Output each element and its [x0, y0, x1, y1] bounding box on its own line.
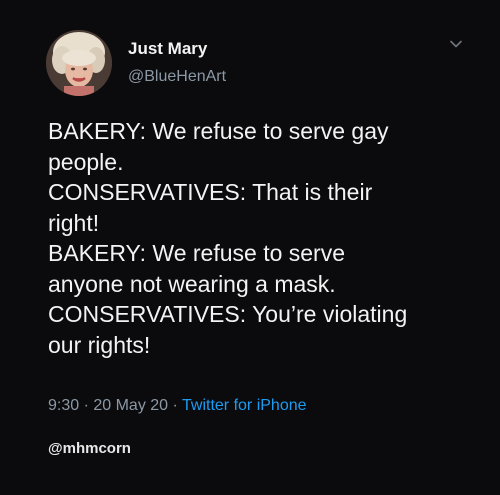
tweet-metadata: 9:30 · 20 May 20 · Twitter for iPhone	[48, 397, 307, 415]
author-handle[interactable]: @BlueHenArt	[128, 68, 226, 86]
tweet-text-line: BAKERY: We refuse to serve	[48, 240, 346, 266]
tweet-source-link[interactable]: Twitter for iPhone	[182, 397, 307, 414]
meta-separator: ·	[168, 397, 183, 414]
avatar[interactable]	[46, 30, 112, 96]
tweet-text-line: our rights!	[48, 331, 151, 358]
tweet-text-line: people.	[48, 148, 124, 175]
tweet-text: BAKERY: We refuse to serve gay people. C…	[48, 116, 488, 360]
tweet-text-line: right!	[48, 209, 100, 236]
author-display-name[interactable]: Just Mary	[128, 39, 207, 59]
watermark: @mhmcorn	[48, 440, 131, 457]
tweet-text-line: BAKERY: We refuse to serve gay	[48, 118, 389, 144]
meta-separator: ·	[79, 397, 94, 414]
tweet-text-line: CONSERVATIVES: That is their	[48, 179, 373, 205]
avatar-image	[46, 30, 112, 96]
tweet-card: Just Mary @BlueHenArt BAKERY: We refuse …	[0, 0, 500, 495]
tweet-date[interactable]: 20 May 20	[93, 397, 168, 414]
chevron-down-icon[interactable]	[448, 36, 464, 52]
tweet-time[interactable]: 9:30	[48, 397, 79, 414]
tweet-text-line: anyone not wearing a mask.	[48, 270, 336, 297]
tweet-text-line: CONSERVATIVES: You’re violating	[48, 301, 408, 327]
